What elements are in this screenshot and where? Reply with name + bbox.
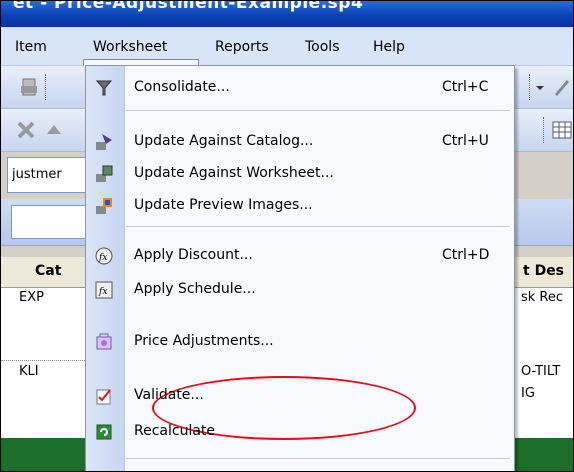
menu-item-label: Apply Discount...: [134, 247, 253, 263]
grid-cell-cat[interactable]: KLI: [19, 364, 39, 379]
recalculate-icon: [96, 424, 112, 440]
menu-item-shortcut: Ctrl+U: [442, 133, 489, 149]
update-catalog-icon: [96, 134, 112, 150]
menu-separator: [126, 226, 510, 227]
column-header-cat[interactable]: Cat: [35, 263, 61, 279]
menu-item-tools[interactable]: Tools: [305, 39, 340, 55]
menu-separator: [126, 458, 510, 459]
consolidate-icon: [95, 80, 113, 96]
validate-icon: [96, 389, 111, 405]
menu-item-label: Update Against Catalog...: [134, 133, 314, 149]
menu-item-shortcut: Ctrl+C: [442, 79, 489, 95]
toolbar-separator: [543, 117, 546, 143]
update-worksheet-icon: [96, 165, 113, 182]
menu-item-help[interactable]: Help: [373, 39, 405, 55]
menu-item-label: Consolidate...: [134, 79, 230, 95]
title-bar: et - Price-Adjustment-Example.sp4: [1, 1, 573, 27]
worksheet-menu: Consolidate... Ctrl+C Update Against Cat…: [85, 65, 515, 472]
menu-item-consolidate[interactable]: Consolidate... Ctrl+C: [86, 72, 514, 104]
menu-item-item[interactable]: Item: [15, 39, 47, 55]
menu-item-update-against-catalog[interactable]: Update Against Catalog... Ctrl+U: [86, 126, 514, 158]
menu-separator: [126, 110, 510, 111]
menu-item-label: Validate...: [134, 387, 204, 403]
menu-item-label: Recalculate: [134, 423, 216, 439]
grid-cell-description[interactable]: sk Rec: [521, 290, 563, 305]
move-up-icon[interactable]: [43, 119, 65, 141]
column-header-description[interactable]: t Des: [523, 263, 564, 279]
menu-item-label: Update Preview Images...: [134, 197, 313, 213]
toolbar-separator: [45, 74, 48, 100]
menu-item-update-preview-images[interactable]: Update Preview Images...: [86, 190, 514, 222]
menu-item-shortcut: Ctrl+D: [442, 247, 490, 263]
menu-item-update-against-worksheet[interactable]: Update Against Worksheet...: [86, 158, 514, 190]
svg-text:fx: fx: [98, 287, 107, 297]
menu-bar: Item Worksheet Reports Tools Help: [1, 27, 573, 90]
delete-icon[interactable]: [15, 119, 37, 141]
menu-item-label: Update Against Worksheet...: [134, 165, 334, 181]
menu-item-label: Apply Schedule...: [134, 281, 256, 297]
menu-item-recalculate[interactable]: Recalculate: [86, 416, 514, 448]
grid-cell-description[interactable]: O-TILT: [521, 364, 560, 379]
discount-fx-icon: fx: [95, 247, 113, 265]
grid-cell-cat[interactable]: EXP: [19, 290, 44, 305]
menu-item-apply-discount[interactable]: fx Apply Discount... Ctrl+D: [86, 240, 514, 272]
price-adjustment-icon: [96, 333, 112, 350]
menu-item-price-adjustments[interactable]: Price Adjustments...: [86, 326, 514, 358]
schedule-fx-icon: fx: [95, 281, 113, 299]
menu-item-apply-schedule[interactable]: fx Apply Schedule...: [86, 274, 514, 306]
grid-cell-description-line2[interactable]: IG: [521, 386, 535, 401]
application-window: et - Price-Adjustment-Example.sp4 Item W…: [0, 0, 574, 472]
toolbar-tool-icon[interactable]: [551, 76, 573, 98]
grid-view-icon[interactable]: [551, 119, 573, 141]
dropdown-arrow-icon[interactable]: [533, 76, 547, 98]
menu-item-reports[interactable]: Reports: [215, 39, 269, 55]
window-title: et - Price-Adjustment-Example.sp4: [13, 1, 364, 13]
preview-images-icon: [96, 198, 112, 214]
svg-text:fx: fx: [98, 253, 107, 263]
menu-item-label: Price Adjustments...: [134, 333, 274, 349]
print-icon[interactable]: [19, 76, 41, 98]
menu-item-worksheet[interactable]: Worksheet: [93, 39, 167, 55]
menu-item-partial-icon: [94, 466, 114, 472]
toolbar-separator: [529, 74, 532, 100]
worksheet-selector-value: justmer: [12, 167, 62, 182]
menu-item-validate[interactable]: Validate...: [86, 380, 514, 412]
